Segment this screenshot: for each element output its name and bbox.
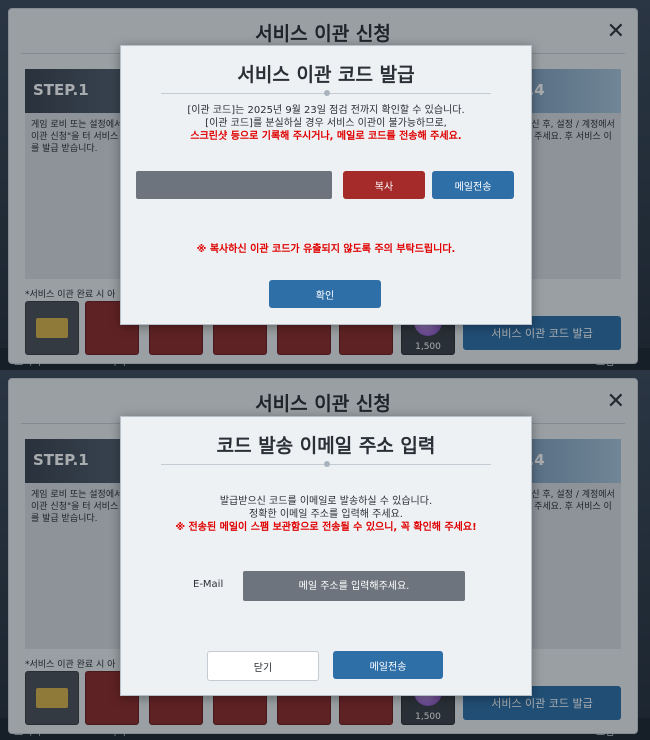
screen-code-issue: 도시락 바닥 도입 서비스 이관 신청 ✕ STEP.1 게임 로비 또는 설정… bbox=[0, 0, 650, 370]
confirm-button[interactable]: 확인 bbox=[269, 280, 381, 308]
email-label: E-Mail bbox=[193, 579, 224, 590]
modal-title: 서비스 이관 코드 발급 bbox=[237, 64, 415, 86]
info-line-3-warning: 스크린샷 등으로 기록해 주시거나, 메일로 코드를 전송해 주세요. bbox=[190, 131, 462, 142]
modal-title: 코드 발송 이메일 주소 입력 bbox=[216, 435, 436, 457]
mail-send-button[interactable]: 메일전송 bbox=[432, 171, 514, 199]
screen-email-input: 도시락 바닥 도입 서비스 이관 신청 ✕ STEP.1 게임 로비 또는 설정… bbox=[0, 370, 650, 740]
divider-ornament-icon bbox=[324, 461, 330, 467]
email-input-modal: 코드 발송 이메일 주소 입력 발급받으신 코드를 이메일로 발송하실 수 있습… bbox=[120, 416, 532, 696]
info-line-1: 발급받으신 코드를 이메일로 발송하실 수 있습니다. bbox=[219, 496, 433, 507]
info-line-3-warning: ※ 전송된 메일이 스팸 보관함으로 전송될 수 있으니, 꼭 확인해 주세요! bbox=[175, 522, 477, 533]
modal-info-text: [이관 코드]는 2025년 9월 23일 점검 전까지 확인할 수 있습니다.… bbox=[121, 104, 531, 143]
info-line-2: [이관 코드]를 분실하실 경우 서비스 이관이 불가능하므로, bbox=[205, 118, 447, 129]
copy-button[interactable]: 복사 bbox=[343, 171, 425, 199]
code-issue-modal: 서비스 이관 코드 발급 [이관 코드]는 2025년 9월 23일 점검 전까… bbox=[120, 45, 532, 325]
mail-send-button[interactable]: 메일전송 bbox=[333, 651, 443, 679]
modal-info-text: 발급받으신 코드를 이메일로 발송하실 수 있습니다. 정확한 이메일 주소를 … bbox=[121, 495, 531, 534]
info-line-1: [이관 코드]는 2025년 9월 23일 점검 전까지 확인할 수 있습니다. bbox=[187, 105, 465, 116]
transfer-code-field bbox=[136, 171, 332, 199]
info-line-2: 정확한 이메일 주소를 입력해 주세요. bbox=[249, 509, 403, 520]
divider-ornament-icon bbox=[324, 90, 330, 96]
close-button[interactable]: 닫기 bbox=[207, 651, 319, 681]
leak-warning: ※ 복사하신 이관 코드가 유출되지 않도록 주의 부탁드립니다. bbox=[196, 244, 456, 255]
email-field[interactable] bbox=[243, 571, 465, 601]
